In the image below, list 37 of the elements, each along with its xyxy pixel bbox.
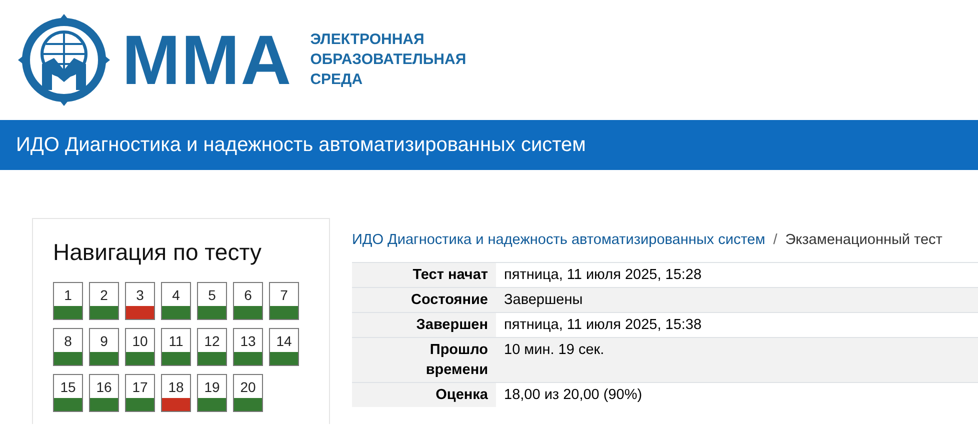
question-button[interactable]: 18 xyxy=(161,374,191,412)
question-button[interactable]: 20 xyxy=(233,374,263,412)
question-button[interactable]: 10 xyxy=(125,328,155,366)
summary-label: Оценка xyxy=(352,382,496,407)
question-button[interactable]: 3 xyxy=(125,282,155,320)
question-button[interactable]: 16 xyxy=(89,374,119,412)
question-button[interactable]: 4 xyxy=(161,282,191,320)
breadcrumb-current: Экзаменационный тест xyxy=(785,232,942,248)
summary-label: Состояние xyxy=(352,287,496,312)
question-button[interactable]: 9 xyxy=(89,328,119,366)
summary-label: Тест начат xyxy=(352,262,496,287)
question-button[interactable]: 15 xyxy=(53,374,83,412)
question-button[interactable]: 7 xyxy=(269,282,299,320)
summary-value: Завершены xyxy=(496,287,978,312)
summary-value: 10 мин. 19 сек. xyxy=(496,337,978,382)
question-button[interactable]: 13 xyxy=(233,328,263,366)
logo-wordmark: ММА xyxy=(122,25,292,95)
question-button[interactable]: 6 xyxy=(233,282,263,320)
question-button[interactable]: 11 xyxy=(161,328,191,366)
question-button[interactable]: 8 xyxy=(53,328,83,366)
logo-tagline: ОБРАЗОВАТЕЛЬНАЯ xyxy=(310,50,466,70)
question-button[interactable]: 2 xyxy=(89,282,119,320)
summary-label: Завершен xyxy=(352,312,496,337)
breadcrumb-link[interactable]: ИДО Диагностика и надежность автоматизированных систем xyxy=(352,232,766,248)
question-button[interactable]: 14 xyxy=(269,328,299,366)
logo-tagline: СРЕДА xyxy=(310,70,364,90)
question-button[interactable]: 1 xyxy=(53,282,83,320)
summary-label: Прошло времени xyxy=(352,337,496,382)
breadcrumb-separator: / xyxy=(773,232,778,248)
panel-title: Навигация по тесту xyxy=(53,239,263,266)
question-button[interactable]: 12 xyxy=(197,328,227,366)
question-button[interactable]: 19 xyxy=(197,374,227,412)
question-button[interactable]: 5 xyxy=(197,282,227,320)
logo-tagline: ЭЛЕКТРОННАЯ xyxy=(310,30,426,50)
question-button[interactable]: 17 xyxy=(125,374,155,412)
course-title: ИДО Диагностика и надежность автоматизированных систем xyxy=(16,134,586,156)
logo-emblem-icon xyxy=(16,12,112,108)
